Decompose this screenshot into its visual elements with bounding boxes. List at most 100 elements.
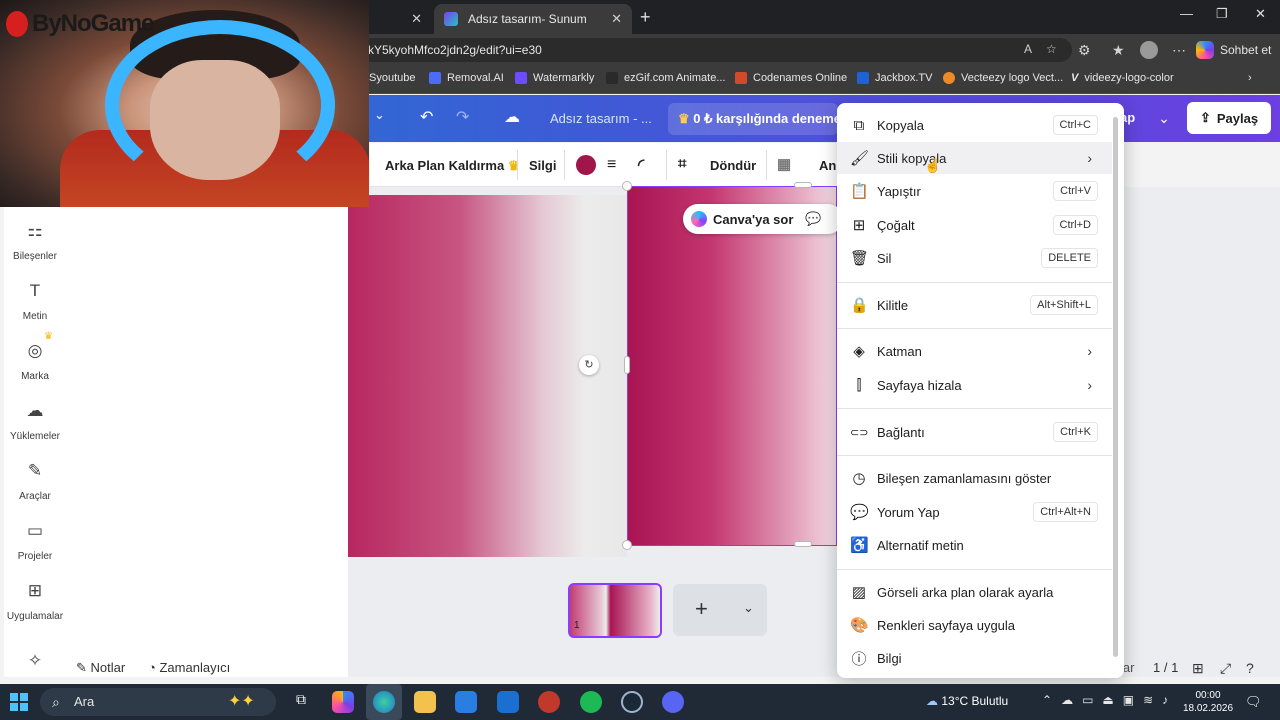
menu-item-show-timing[interactable]: ◷ Bileşen zamanlamasını göster	[837, 462, 1112, 494]
menu-item-delete[interactable]: 🗑 Sil DELETE	[837, 242, 1112, 274]
browser-tab-inactive[interactable]: ✕	[370, 4, 432, 34]
menu-scrollbar[interactable]	[1113, 117, 1118, 657]
copilot-button[interactable]: Sohbet et	[1196, 38, 1271, 62]
gradient-image-left[interactable]	[348, 195, 627, 557]
notification-icon[interactable]: 🗨	[1245, 694, 1262, 710]
bookmark-item[interactable]: Jackbox.TV	[857, 72, 932, 84]
menu-item-duplicate[interactable]: ⊞ Çoğalt Ctrl+D	[837, 209, 1112, 241]
menu-chevron-icon[interactable]: ⌄	[374, 107, 385, 123]
clock[interactable]: 00:00 18.02.2026	[1180, 689, 1236, 715]
menu-item-copy[interactable]: ⧉ Kopyala Ctrl+C	[837, 109, 1112, 141]
menu-item-lock[interactable]: 🔒 Kilitle Alt+Shift+L	[837, 289, 1112, 321]
windows-start-icon[interactable]	[10, 693, 28, 711]
fullscreen-icon[interactable]: ⤢	[1220, 660, 1231, 677]
color-swatch[interactable]	[576, 155, 596, 175]
favorites-icon[interactable]: ★	[1112, 42, 1125, 59]
background-remover-button[interactable]: Arka Plan Kaldırma ♛	[385, 158, 520, 174]
gradient-image-selected[interactable]	[627, 186, 837, 546]
new-tab-button[interactable]: +	[640, 7, 651, 28]
close-tab-icon[interactable]: ✕	[611, 11, 622, 27]
file-explorer-icon[interactable]	[414, 691, 436, 713]
undo-icon[interactable]: ↶	[420, 107, 433, 127]
rotate-button[interactable]: Döndür	[710, 158, 756, 173]
edge-browser-icon[interactable]	[373, 691, 395, 713]
copilot-app-icon[interactable]	[332, 691, 354, 713]
resize-handle[interactable]	[622, 540, 632, 550]
menu-item-paste[interactable]: 📋 Yapıştır Ctrl+V	[837, 175, 1112, 207]
redo-icon[interactable]: ↷	[456, 107, 469, 127]
sidebar-item-brand[interactable]: ◎ Marka ♛	[4, 331, 66, 382]
share-button[interactable]: ⇪ Paylaş	[1187, 102, 1271, 134]
profile-avatar[interactable]	[1140, 41, 1158, 59]
microsoft-store-icon[interactable]	[455, 691, 477, 713]
eraser-button[interactable]: Silgi	[529, 158, 556, 173]
resize-handle[interactable]	[794, 182, 812, 188]
resize-handle[interactable]	[794, 541, 812, 547]
opera-gx-icon[interactable]	[538, 691, 560, 713]
menu-item-align-to-page[interactable]: ⫿ Sayfaya hizala ›	[837, 369, 1112, 401]
favorite-star-icon[interactable]: ☆	[1046, 42, 1057, 56]
bookmark-item[interactable]: ezGif.com Animate...	[606, 72, 725, 84]
menu-item-apply-colors[interactable]: 🎨 Renkleri sayfaya uygula	[837, 609, 1112, 641]
resize-handle[interactable]	[622, 181, 632, 191]
sidebar-item-apps[interactable]: ⊞ Uygulamalar	[4, 581, 66, 622]
transparency-icon[interactable]: ▦	[777, 155, 791, 173]
border-style-icon[interactable]: ≡	[607, 156, 616, 174]
resize-handle[interactable]	[624, 356, 630, 374]
menu-item-layer[interactable]: ◈ Katman ›	[837, 335, 1112, 367]
more-menu-icon[interactable]: ⋯	[1172, 42, 1186, 59]
menu-item-comment[interactable]: 💬 Yorum Yap Ctrl+Alt+N	[837, 496, 1112, 528]
onedrive-icon[interactable]: ☁	[1061, 693, 1073, 707]
bookmarks-more-icon[interactable]: ›	[1248, 72, 1252, 84]
read-aloud-icon[interactable]: A	[1024, 42, 1032, 56]
sidebar-item-elements[interactable]: ⚏ Bileşenler	[4, 221, 66, 262]
sidebar-item-text[interactable]: T Metin	[4, 281, 66, 322]
page-counter[interactable]: 1 / 1	[1153, 660, 1178, 675]
menu-item-info[interactable]: ⓘ Bilgi	[837, 642, 1112, 674]
rotate-handle-icon[interactable]: ↻	[579, 355, 599, 375]
document-title[interactable]: Adsız tasarım - ...	[550, 111, 652, 126]
url-field[interactable]: kY5kyohMfco2jdn2g/edit?ui=e30	[360, 38, 1072, 62]
close-tab-icon[interactable]: ✕	[411, 11, 422, 27]
add-page-button[interactable]: + ⌄	[673, 584, 767, 636]
share-dropdown-chevron-icon[interactable]: ⌄	[1148, 102, 1180, 134]
tray-overflow-icon[interactable]: ⌃	[1042, 693, 1052, 707]
wifi-icon[interactable]: ≋	[1143, 693, 1153, 707]
bookmark-item[interactable]: Removal.AI	[429, 72, 504, 84]
ask-canva-button[interactable]: Canva'ya sor 💬	[683, 204, 843, 234]
sidebar-item-magic[interactable]: ✧	[4, 651, 66, 673]
help-icon[interactable]: ?	[1246, 660, 1254, 676]
taskbar-search[interactable]: ⌕ Ara ✦✦	[40, 688, 276, 716]
minimize-window-icon[interactable]: —	[1180, 6, 1193, 21]
bookmark-item[interactable]: Vvideezy-logo-color	[1071, 72, 1174, 84]
menu-item-alt-text[interactable]: ♿ Alternatif metin	[837, 529, 1112, 561]
close-window-icon[interactable]: ✕	[1255, 6, 1266, 22]
notes-button[interactable]: ✎ Notlar	[76, 660, 125, 676]
outlook-icon[interactable]	[497, 691, 519, 713]
sidebar-item-tools[interactable]: ✎ Araçlar	[4, 461, 66, 502]
menu-item-link[interactable]: ⊂⊃ Bağlantı Ctrl+K	[837, 416, 1112, 448]
cloud-save-icon[interactable]: ☁	[504, 107, 520, 127]
extensions-icon[interactable]: ⚙	[1078, 42, 1091, 59]
corner-rounding-icon[interactable]: ◜	[638, 155, 644, 175]
weather-widget[interactable]: ☁ 13°C Bulutlu	[926, 694, 1008, 708]
battery-icon[interactable]: ▭	[1082, 693, 1093, 707]
menu-item-set-as-background[interactable]: ▨ Görseli arka plan olarak ayarla	[837, 576, 1112, 608]
sidebar-item-uploads[interactable]: ☁ Yüklemeler	[4, 401, 66, 442]
comment-icon[interactable]: 💬	[805, 211, 821, 227]
bookmark-item[interactable]: Syoutube	[369, 72, 415, 84]
trial-promo-button[interactable]: ♛ 0 ₺ karşılığında deneme s	[668, 103, 838, 135]
grid-view-icon[interactable]: ⊞	[1192, 660, 1204, 677]
task-view-icon[interactable]: ⧉	[290, 691, 312, 713]
bookmark-item[interactable]: Vecteezy logo Vect...	[943, 72, 1063, 84]
steam-icon[interactable]	[621, 691, 643, 713]
spotify-icon[interactable]	[580, 691, 602, 713]
crop-icon[interactable]: ⌗	[678, 155, 686, 172]
menu-item-copy-style[interactable]: 🖌 Stili kopyala ›	[837, 142, 1112, 174]
timer-button[interactable]: ◔ Zamanlayıcı	[148, 660, 230, 675]
display-icon[interactable]: ▣	[1123, 693, 1134, 707]
browser-tab-active[interactable]: Adsız tasarım- Sunum ✕	[434, 4, 632, 34]
bookmark-item[interactable]: Watermarkly	[515, 72, 594, 84]
page-thumbnail[interactable]	[568, 583, 662, 638]
chevron-down-icon[interactable]: ⌄	[743, 600, 754, 616]
